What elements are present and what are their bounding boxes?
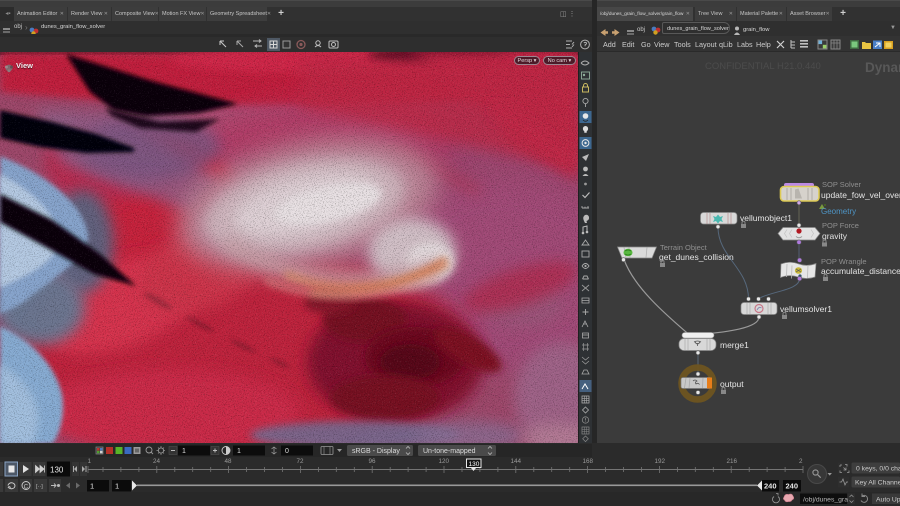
svg-text:240: 240 <box>786 482 799 491</box>
svg-text:130: 130 <box>469 461 480 468</box>
svg-text:130: 130 <box>50 466 64 475</box>
svg-text:CONFIDENTIAL H21.0.440: CONFIDENTIAL H21.0.440 <box>705 61 821 72</box>
svg-text:72: 72 <box>297 458 305 465</box>
svg-text:sRGB - Display: sRGB - Display <box>352 448 400 455</box>
svg-text:[··]: [··] <box>36 484 43 490</box>
svg-text:accumulate_distance: accumulate_distance <box>821 266 900 276</box>
svg-text:get_dunes_collision: get_dunes_collision <box>659 252 734 262</box>
svg-text:216: 216 <box>727 458 738 465</box>
svg-text:1: 1 <box>88 458 92 465</box>
svg-text:Geometry: Geometry <box>821 207 856 216</box>
svg-text:2: 2 <box>799 458 803 465</box>
svg-text:SOP Solver: SOP Solver <box>822 180 862 189</box>
svg-text:Un-tone-mapped: Un-tone-mapped <box>423 448 476 455</box>
svg-text:gravity: gravity <box>822 231 848 241</box>
svg-text:Terrain Object: Terrain Object <box>660 243 708 252</box>
svg-text:192: 192 <box>655 458 666 465</box>
svg-text:C: C <box>24 484 29 490</box>
svg-text:0 keys, 0/0 chan: 0 keys, 0/0 chan <box>856 466 900 473</box>
svg-text:vellumobject1: vellumobject1 <box>740 213 792 223</box>
svg-text:1: 1 <box>237 448 241 455</box>
svg-text:168: 168 <box>583 458 594 465</box>
svg-text:POP Force: POP Force <box>822 221 859 230</box>
svg-text:1: 1 <box>90 482 94 491</box>
svg-text:1: 1 <box>115 482 119 491</box>
svg-text:240: 240 <box>764 482 777 491</box>
svg-text:24: 24 <box>153 458 161 465</box>
svg-text:merge1: merge1 <box>720 340 749 350</box>
svg-text:Dynam: Dynam <box>865 60 900 75</box>
svg-text:vellumsolver1: vellumsolver1 <box>780 304 832 314</box>
svg-text:POP Wrangle: POP Wrangle <box>821 257 867 266</box>
svg-text:0: 0 <box>285 448 289 455</box>
svg-text:96: 96 <box>369 458 377 465</box>
svg-text:144: 144 <box>511 458 522 465</box>
svg-text:48: 48 <box>225 458 233 465</box>
svg-text:update_fow_vel_over_t: update_fow_vel_over_t <box>821 190 900 200</box>
svg-text:1: 1 <box>182 448 186 455</box>
svg-text:Auto Up: Auto Up <box>876 497 900 504</box>
svg-text:Key All Channels: Key All Channels <box>855 480 900 487</box>
svg-text:120: 120 <box>439 458 450 465</box>
svg-text:/obj/dunes_gra...: /obj/dunes_gra... <box>803 497 854 504</box>
